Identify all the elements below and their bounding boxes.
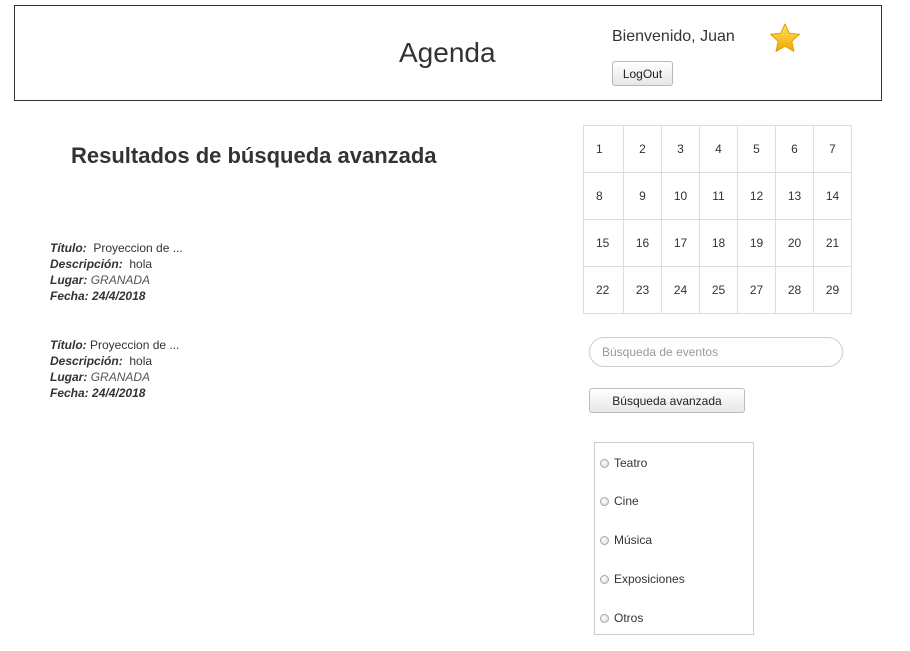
- calendar-day[interactable]: 18: [699, 219, 738, 267]
- calendar-day[interactable]: 17: [661, 219, 700, 267]
- calendar-day[interactable]: 24: [661, 266, 700, 314]
- advanced-search-button[interactable]: Búsqueda avanzada: [589, 388, 745, 413]
- category-filter: Teatro Cine Música Exposiciones Otros: [594, 442, 754, 635]
- calendar-day[interactable]: 11: [699, 172, 738, 220]
- category-label: Otros: [614, 611, 644, 625]
- results-heading: Resultados de búsqueda avanzada: [71, 143, 437, 168]
- calendar-week: 1 2 3 4 5 6 7: [583, 125, 852, 173]
- calendar-day[interactable]: 20: [775, 219, 814, 267]
- calendar-day[interactable]: 29: [813, 266, 852, 314]
- calendar-day[interactable]: 13: [775, 172, 814, 220]
- category-option-teatro[interactable]: Teatro: [600, 455, 647, 471]
- calendar-day[interactable]: 10: [661, 172, 700, 220]
- description-label: Descripción:: [50, 257, 123, 271]
- description-label: Descripción:: [50, 354, 123, 368]
- calendar: 1 2 3 4 5 6 7 8 9 10 11 12 13 14 15 16 1…: [583, 125, 852, 314]
- title-label: Título:: [50, 241, 87, 255]
- calendar-day[interactable]: 15: [583, 219, 624, 267]
- calendar-day[interactable]: 2: [623, 125, 662, 173]
- calendar-day[interactable]: 4: [699, 125, 738, 173]
- calendar-day[interactable]: 28: [775, 266, 814, 314]
- place-label: Lugar:: [50, 370, 88, 384]
- welcome-message: Bienvenido, Juan: [612, 28, 735, 45]
- event-date: 24/4/2018: [92, 386, 146, 400]
- calendar-day[interactable]: 12: [737, 172, 776, 220]
- calendar-week: 22 23 24 25 27 28 29: [583, 266, 852, 314]
- calendar-day[interactable]: 14: [813, 172, 852, 220]
- calendar-day[interactable]: 9: [623, 172, 662, 220]
- calendar-day[interactable]: 27: [737, 266, 776, 314]
- event-result: Título: Proyeccion de ... Descripción: h…: [50, 240, 183, 304]
- category-option-cine[interactable]: Cine: [600, 493, 639, 509]
- page-header: Agenda Bienvenido, Juan LogOut: [14, 5, 882, 101]
- calendar-day[interactable]: 1: [583, 125, 624, 173]
- calendar-day[interactable]: 22: [583, 266, 624, 314]
- title-label: Título:: [50, 338, 87, 352]
- category-label: Teatro: [614, 456, 648, 470]
- category-label: Cine: [614, 494, 639, 508]
- calendar-week: 15 16 17 18 19 20 21: [583, 219, 852, 267]
- logout-button[interactable]: LogOut: [612, 61, 673, 86]
- event-place: GRANADA: [90, 370, 151, 384]
- calendar-day[interactable]: 5: [737, 125, 776, 173]
- calendar-day[interactable]: 21: [813, 219, 852, 267]
- radio-button[interactable]: [600, 613, 609, 623]
- event-description: hola: [129, 257, 153, 271]
- event-title[interactable]: Proyeccion de ...: [90, 338, 179, 352]
- radio-button[interactable]: [600, 535, 609, 545]
- calendar-day[interactable]: 7: [813, 125, 852, 173]
- calendar-day[interactable]: 6: [775, 125, 814, 173]
- radio-button[interactable]: [600, 574, 609, 584]
- category-option-exposiciones[interactable]: Exposiciones: [600, 571, 685, 587]
- calendar-week: 8 9 10 11 12 13 14: [583, 172, 852, 220]
- calendar-day[interactable]: 8: [583, 172, 624, 220]
- category-label: Exposiciones: [614, 572, 685, 586]
- calendar-day[interactable]: 25: [699, 266, 738, 314]
- event-date: 24/4/2018: [92, 289, 146, 303]
- event-description: hola: [129, 354, 153, 368]
- event-search-input[interactable]: [589, 337, 843, 367]
- place-label: Lugar:: [50, 273, 88, 287]
- app-title: Agenda: [399, 37, 496, 68]
- category-option-otros[interactable]: Otros: [600, 610, 643, 626]
- radio-button[interactable]: [600, 496, 609, 506]
- star-icon[interactable]: [769, 23, 801, 53]
- calendar-day[interactable]: 16: [623, 219, 662, 267]
- category-label: Música: [614, 533, 653, 547]
- calendar-day[interactable]: 3: [661, 125, 700, 173]
- radio-button[interactable]: [600, 458, 609, 468]
- event-title[interactable]: Proyeccion de ...: [93, 241, 182, 255]
- calendar-day[interactable]: 19: [737, 219, 776, 267]
- event-result: Título: Proyeccion de ... Descripción: h…: [50, 337, 179, 401]
- date-label: Fecha:: [50, 386, 89, 400]
- event-place: GRANADA: [90, 273, 151, 287]
- category-option-musica[interactable]: Música: [600, 532, 652, 548]
- calendar-day[interactable]: 23: [623, 266, 662, 314]
- date-label: Fecha:: [50, 289, 89, 303]
